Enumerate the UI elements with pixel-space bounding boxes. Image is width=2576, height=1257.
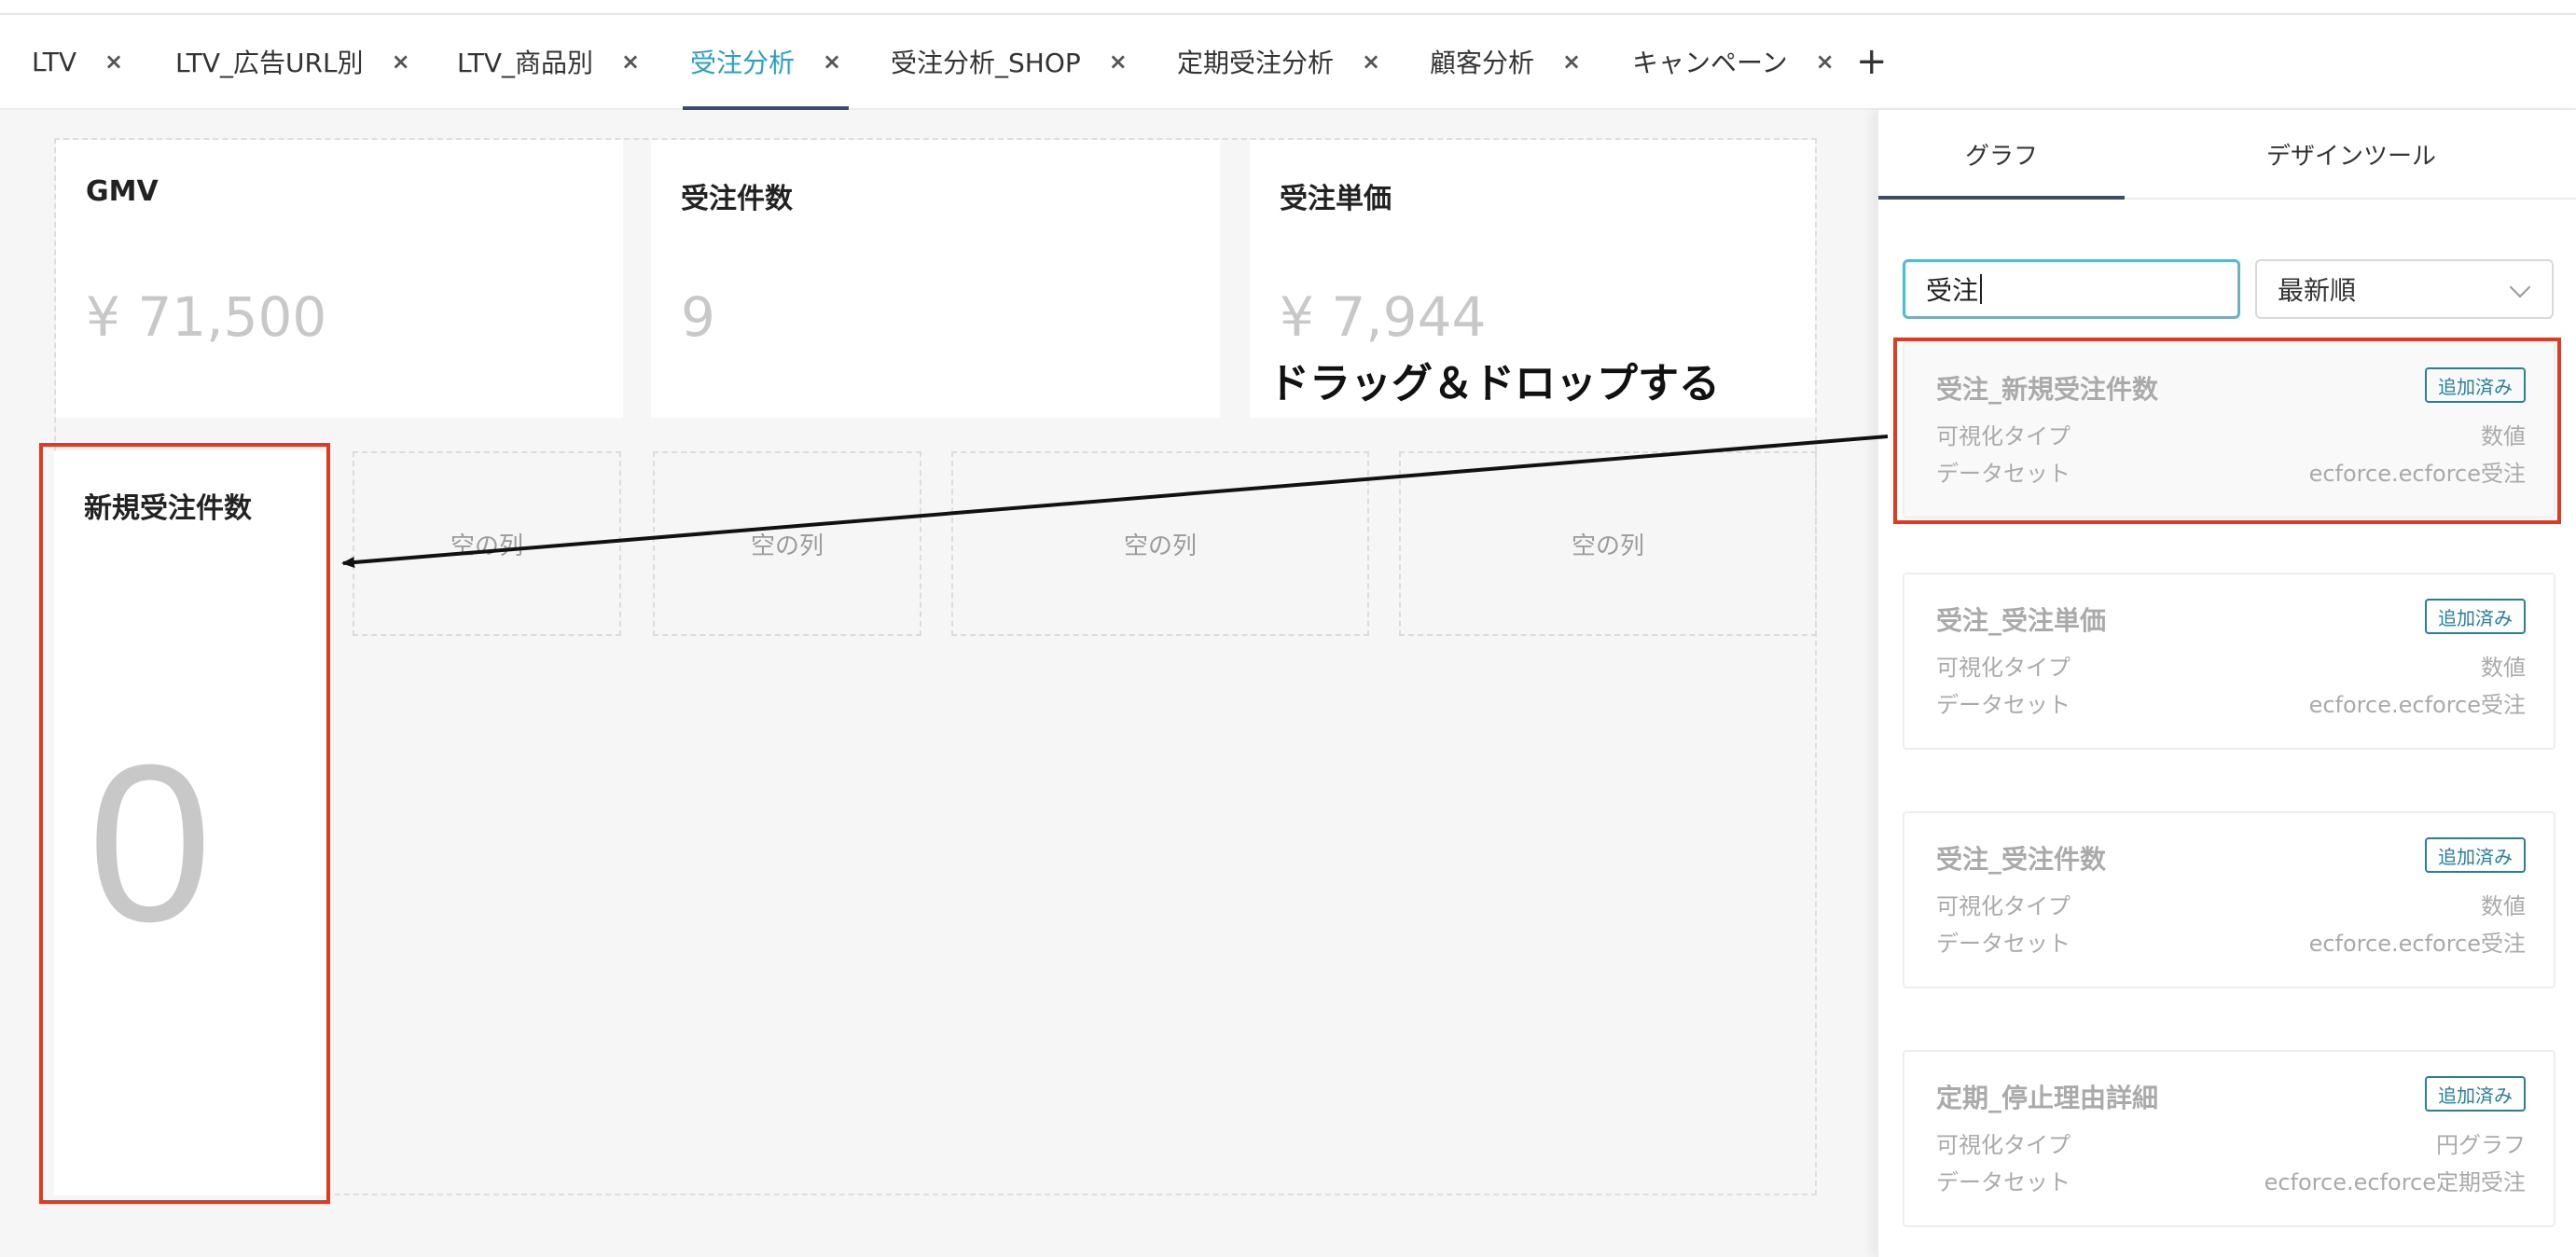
drag-arrow-annotation bbox=[341, 435, 1889, 568]
arrow-line bbox=[341, 435, 1889, 568]
